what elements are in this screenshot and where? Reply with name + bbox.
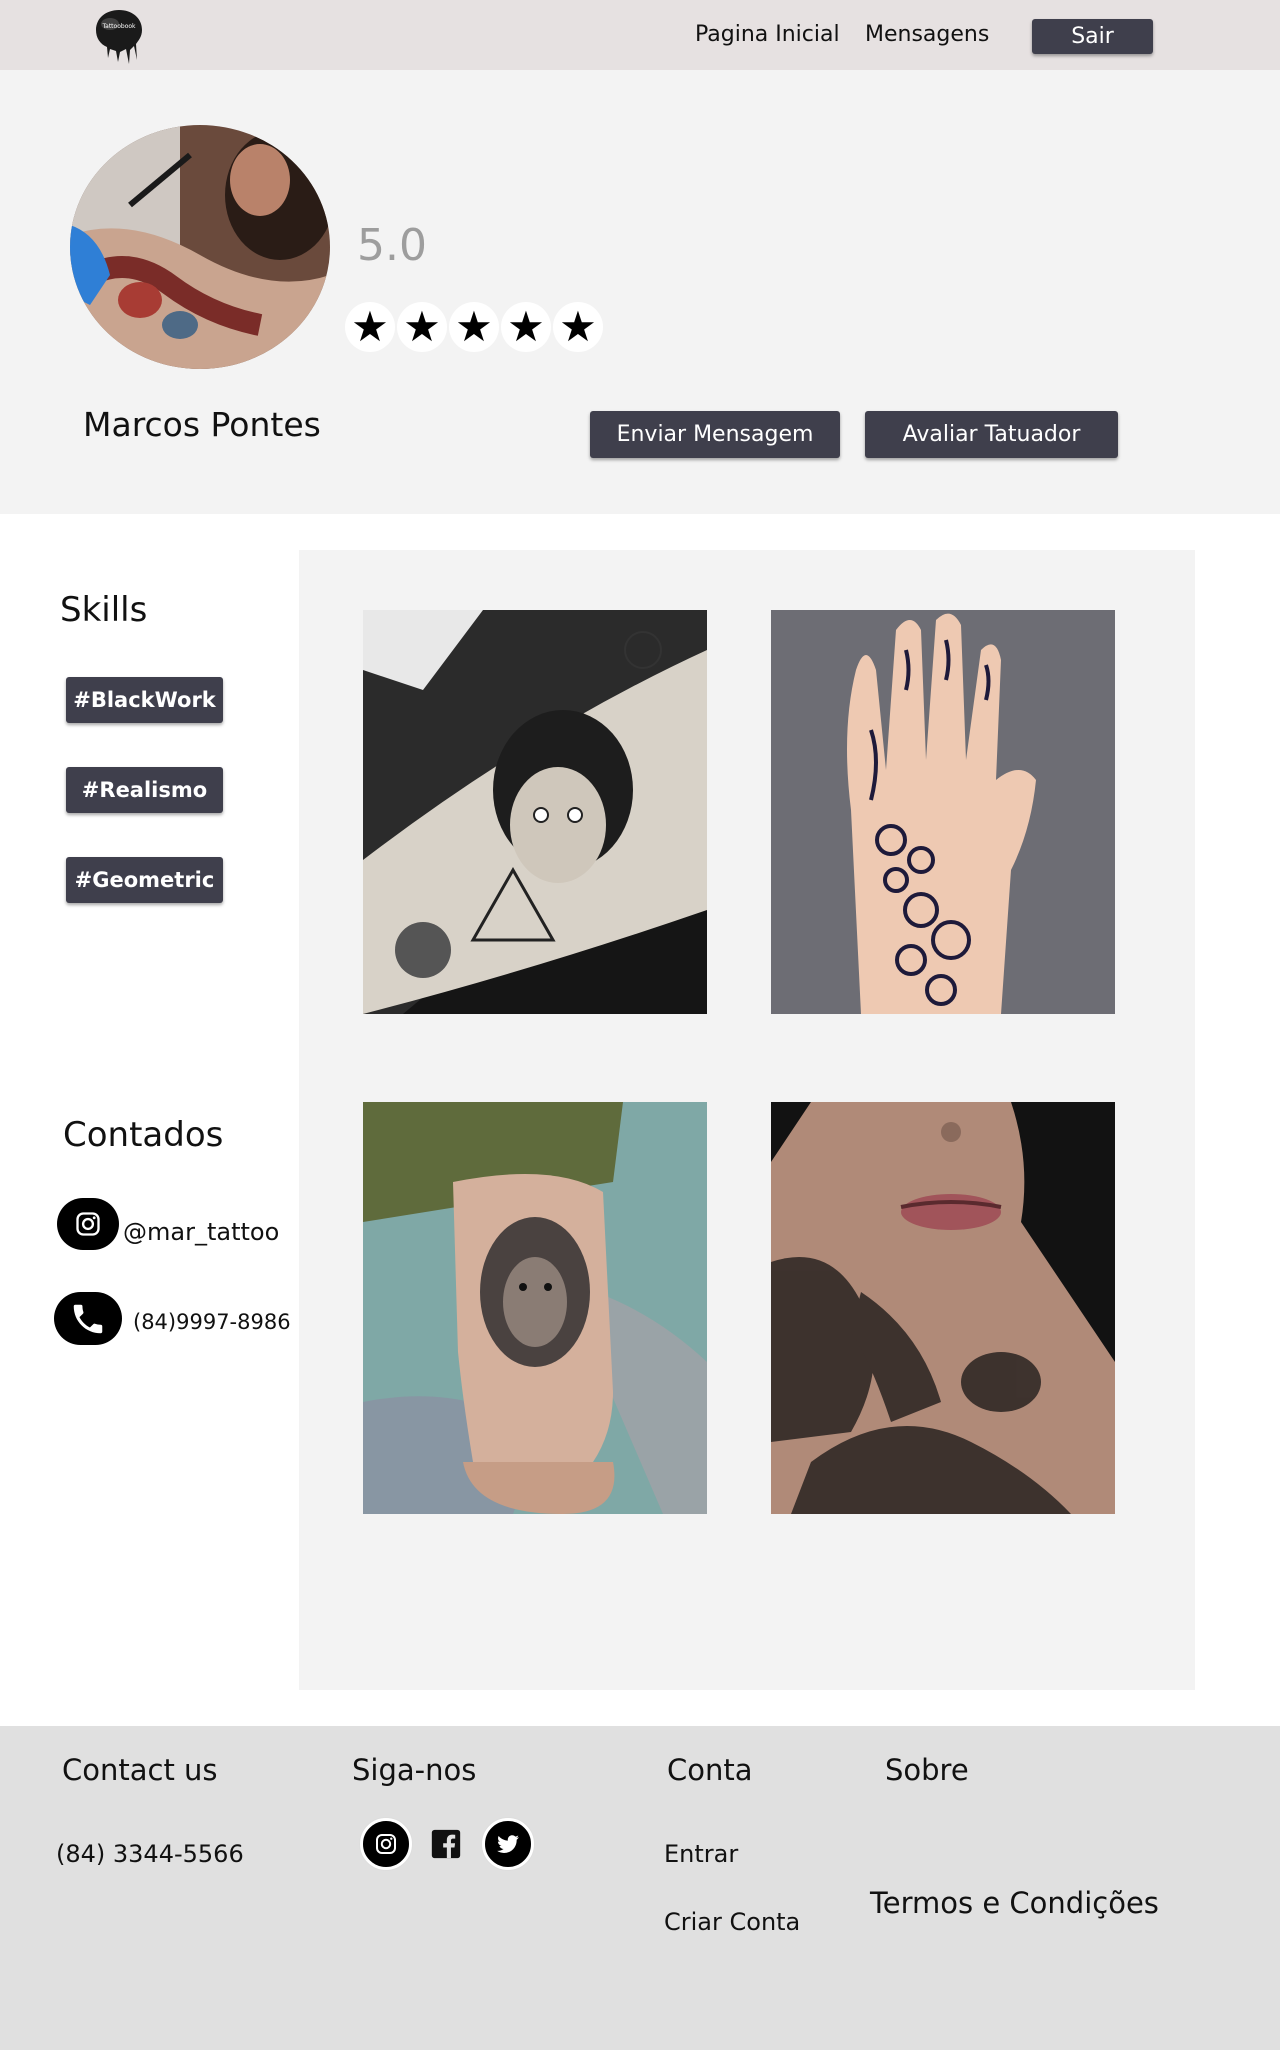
star-icon: ★ — [345, 302, 395, 352]
footer-phone: (84) 3344-5566 — [56, 1840, 244, 1868]
footer-terms-link[interactable]: Termos e Condições — [870, 1886, 1159, 1920]
phone-icon[interactable] — [54, 1292, 122, 1345]
contacts-title: Contados — [63, 1115, 224, 1155]
facebook-icon[interactable] — [420, 1818, 472, 1870]
avatar — [70, 125, 330, 369]
logout-button[interactable]: Sair — [1032, 19, 1153, 54]
contact-phone[interactable]: (84)9997-8986 — [133, 1310, 291, 1334]
skill-tag[interactable]: #Geometric — [66, 857, 223, 903]
top-navbar: Tattoobook Pagina Inicial Mensagens Sair — [0, 0, 1280, 70]
svg-text:Tattoobook: Tattoobook — [101, 23, 136, 30]
skill-tag[interactable]: #Realismo — [66, 767, 223, 813]
nav-link-home[interactable]: Pagina Inicial — [695, 22, 840, 47]
tattoo-photo-henna-hand[interactable] — [771, 610, 1115, 1014]
tattoo-gallery — [299, 550, 1195, 1690]
footer-login-link[interactable]: Entrar — [664, 1840, 738, 1868]
instagram-handle[interactable]: @mar_tattoo — [123, 1218, 279, 1246]
tattoo-photo-lion-forearm[interactable] — [363, 1102, 707, 1514]
star-icon: ★ — [449, 302, 499, 352]
footer: Contact us (84) 3344-5566 Siga-nos Conta… — [0, 1726, 1280, 2050]
artist-name: Marcos Pontes — [83, 405, 321, 444]
rating-stars: ★ ★ ★ ★ ★ — [345, 302, 603, 352]
tattoo-logo[interactable]: Tattoobook — [90, 4, 148, 66]
footer-account-title: Conta — [667, 1753, 753, 1787]
tattoo-photo-neck-chest[interactable] — [771, 1102, 1115, 1514]
tattoo-photo-blackwork-arm[interactable] — [363, 610, 707, 1014]
twitter-icon[interactable] — [482, 1818, 534, 1870]
footer-contact-title: Contact us — [62, 1753, 218, 1787]
star-icon: ★ — [553, 302, 603, 352]
skill-tag[interactable]: #BlackWork — [66, 677, 223, 723]
nav-link-messages[interactable]: Mensagens — [865, 22, 989, 47]
instagram-icon[interactable] — [57, 1198, 119, 1250]
footer-signup-link[interactable]: Criar Conta — [664, 1908, 800, 1936]
instagram-icon[interactable] — [360, 1818, 412, 1870]
skills-title: Skills — [60, 590, 148, 630]
rate-artist-button[interactable]: Avaliar Tatuador — [865, 411, 1118, 458]
rating-value: 5.0 — [357, 220, 427, 271]
profile-header: 5.0 ★ ★ ★ ★ ★ Marcos Pontes Enviar Mensa… — [0, 70, 1280, 514]
footer-about-title: Sobre — [885, 1753, 969, 1787]
footer-follow-title: Siga-nos — [352, 1753, 477, 1787]
star-icon: ★ — [397, 302, 447, 352]
send-message-button[interactable]: Enviar Mensagem — [590, 411, 840, 458]
star-icon: ★ — [501, 302, 551, 352]
